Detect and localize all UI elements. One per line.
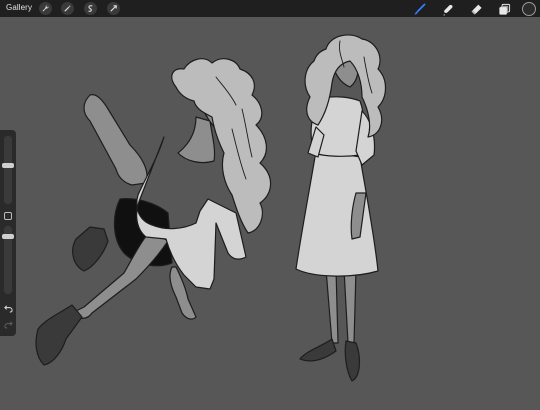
smudge-button[interactable] — [440, 1, 456, 17]
adjustments-button[interactable] — [61, 2, 74, 15]
redo-button[interactable] — [2, 318, 14, 330]
transform-icon — [110, 5, 117, 12]
modify-button[interactable] — [4, 212, 12, 220]
selection-icon — [88, 5, 93, 12]
brush-size-slider[interactable] — [4, 136, 12, 204]
actions-button[interactable] — [39, 2, 52, 15]
eraser-icon — [470, 4, 482, 15]
magic-wand-icon — [64, 4, 72, 12]
undo-icon — [3, 304, 13, 313]
opacity-thumb[interactable] — [2, 234, 14, 239]
smudge-icon — [442, 4, 453, 16]
selection-button[interactable] — [84, 2, 97, 15]
figure-standing — [295, 34, 387, 382]
drawing-canvas[interactable] — [0, 17, 540, 405]
left-sidebar — [0, 130, 16, 336]
transform-button[interactable] — [107, 2, 120, 15]
undo-button[interactable] — [2, 302, 14, 314]
brush-icon — [413, 3, 425, 15]
layers-icon — [498, 3, 510, 15]
figure-reclining — [35, 58, 272, 366]
brush-size-thumb[interactable] — [2, 163, 14, 168]
layers-button[interactable] — [496, 1, 512, 17]
artwork-svg — [35, 34, 387, 382]
redo-icon — [3, 320, 13, 329]
wrench-icon — [42, 5, 49, 12]
brush-button[interactable] — [411, 1, 427, 17]
eraser-button[interactable] — [468, 1, 484, 17]
top-toolbar: Gallery — [0, 0, 540, 17]
gallery-button[interactable]: Gallery — [6, 3, 32, 12]
color-picker-button[interactable] — [522, 2, 536, 16]
